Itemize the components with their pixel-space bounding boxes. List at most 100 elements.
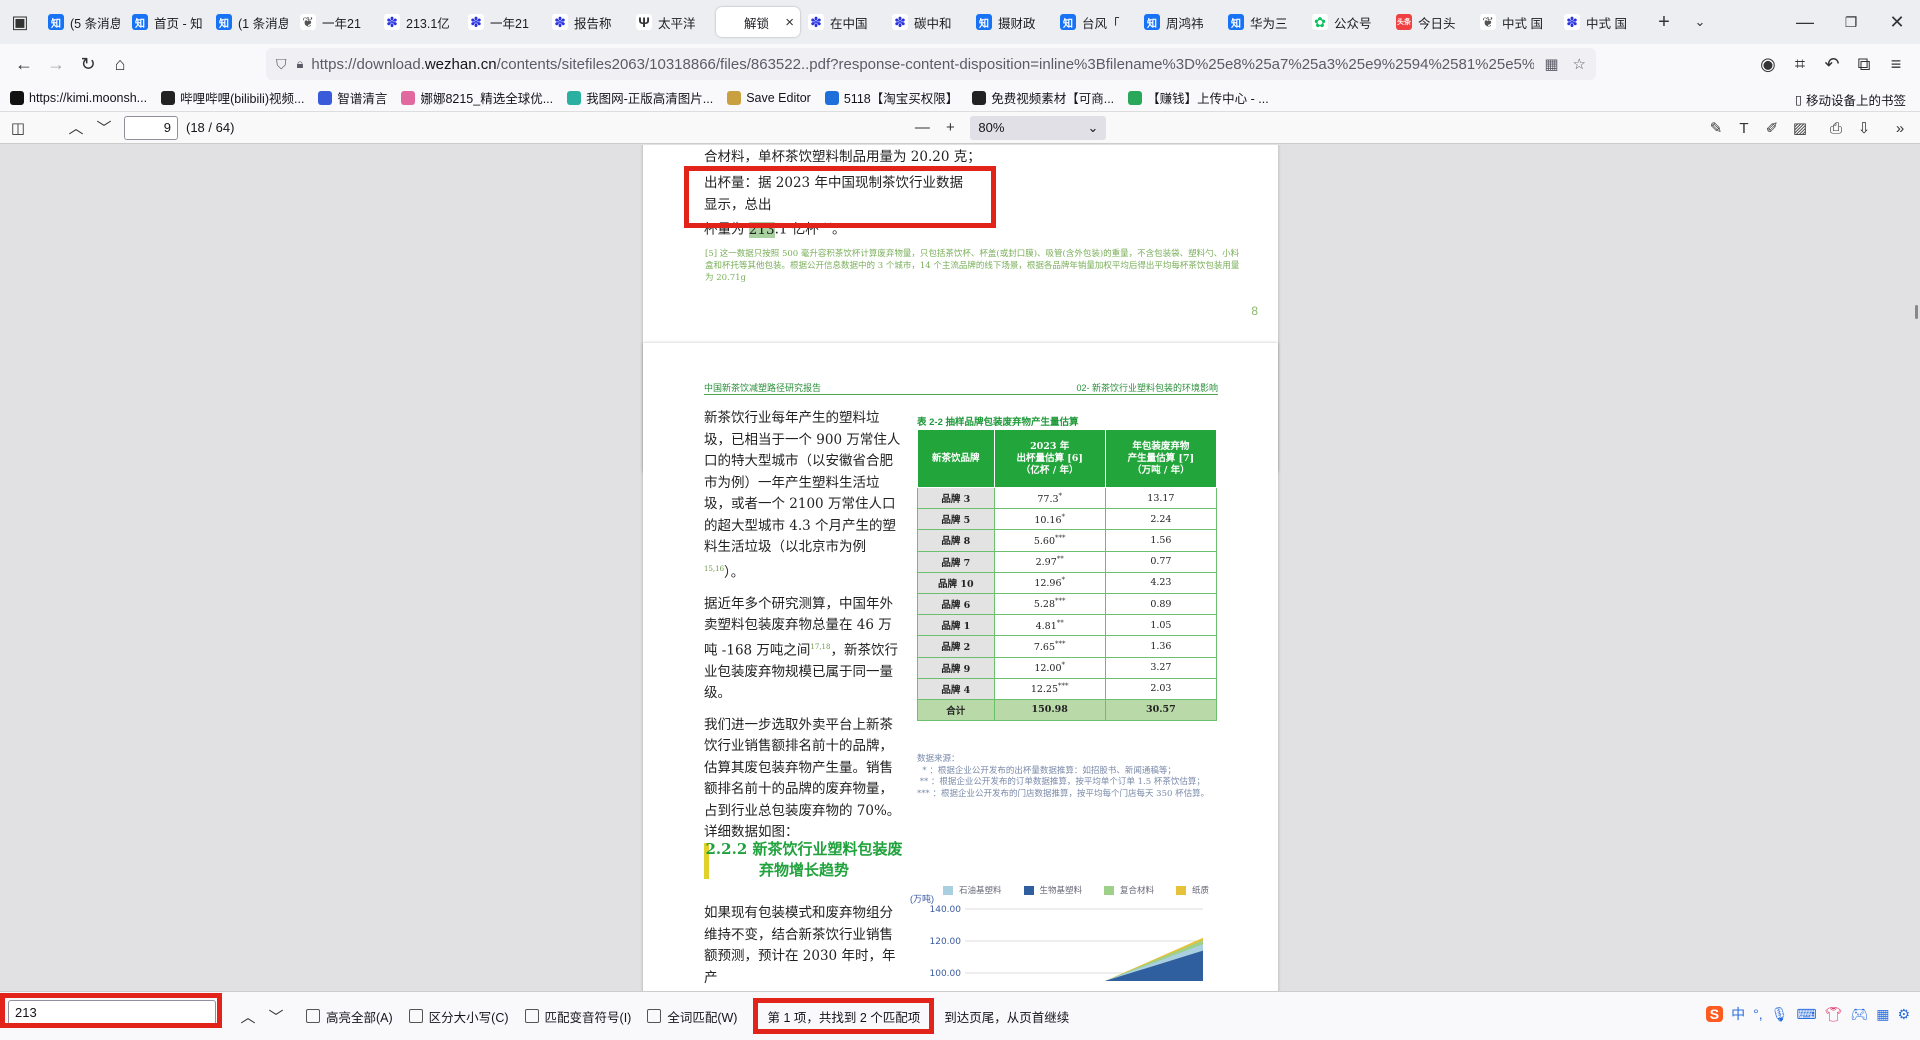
- sidebar-toggle-icon[interactable]: ◫: [4, 114, 32, 142]
- toolbar-right: ◉ ⌗ ↶ ⧉ ≡: [1752, 48, 1912, 80]
- bookmark-item[interactable]: 我图网-正版高清图片...: [567, 88, 713, 107]
- waste-cell: 1.36: [1104, 635, 1218, 658]
- legend-label: 纸质: [1192, 886, 1210, 896]
- tab-overview-icon[interactable]: ▣: [4, 6, 36, 38]
- whole-words-checkbox[interactable]: 全词匹配(W): [647, 1007, 737, 1026]
- navigation-bar: ← → ↻ ⌂ ⛉ 🔒︎ https://download.wezhan.cn/…: [0, 44, 1920, 84]
- back-button[interactable]: ←: [8, 48, 40, 80]
- tab-13[interactable]: 知周鸿祎: [1138, 7, 1222, 37]
- page-number-input[interactable]: 9: [124, 115, 178, 140]
- tab-4[interactable]: ✽ 213.1亿: [378, 7, 462, 37]
- tab-12[interactable]: 知台风「: [1054, 7, 1138, 37]
- running-header-right: 02- 新茶饮行业塑料包装的环境影响: [1076, 383, 1218, 393]
- tab-2[interactable]: 知 (1 条消息: [210, 7, 294, 37]
- url-text[interactable]: https://download.wezhan.cn/contents/site…: [311, 56, 1534, 73]
- tab-5[interactable]: ✽ 一年21: [462, 7, 546, 37]
- save-icon[interactable]: ⇩: [1850, 114, 1878, 142]
- pdf-viewer[interactable]: 合材料，单杯茶饮塑料制品用量为 20.20 克； 出杯量：据 2023 年中国现…: [0, 145, 1920, 991]
- bookmark-item[interactable]: 娜娜8215_精选全球优...: [401, 88, 553, 107]
- ime-toolbar: S 中 °, 🎙︎ ⌨ 👕︎ 🎮︎ ▦ ⚙: [1698, 1004, 1910, 1024]
- tab-11[interactable]: 知摄财政: [970, 7, 1054, 37]
- table-row: 品牌 9 12.00* 3.27: [917, 656, 1218, 679]
- tab-label: 解锁: [744, 16, 770, 31]
- lock-icon[interactable]: 🔒︎: [297, 56, 304, 72]
- image-tool-icon[interactable]: ▨: [1786, 114, 1814, 142]
- previous-page-button[interactable]: ︿: [62, 114, 90, 142]
- microphone-icon[interactable]: 🎙︎: [1771, 1006, 1789, 1023]
- restore-button[interactable]: ❐: [1828, 6, 1874, 38]
- bookmark-item[interactable]: 5118【淘宝买权限】: [824, 88, 958, 107]
- tab-15[interactable]: ✿ 公众号: [1306, 7, 1390, 37]
- punctuation-icon[interactable]: °,: [1753, 1006, 1763, 1022]
- qr-code-icon[interactable]: ▦: [1544, 55, 1558, 73]
- tab-0[interactable]: 知 (5 条消息: [42, 7, 126, 37]
- toolbox-icon[interactable]: ▦: [1876, 1006, 1889, 1023]
- match-case-checkbox[interactable]: 区分大小写(C): [408, 1007, 509, 1026]
- home-button[interactable]: ⌂: [104, 48, 136, 80]
- sogou-logo-icon[interactable]: S: [1705, 1006, 1724, 1022]
- undo-close-icon[interactable]: ↶: [1816, 48, 1848, 80]
- account-icon[interactable]: ◉: [1752, 48, 1784, 80]
- table-notes: 数据来源： * ：根据企业公开发布的出杯量数据推算：如招股书、新闻通稿等； **…: [917, 754, 1209, 800]
- menu-icon[interactable]: ≡: [1880, 48, 1912, 80]
- print-icon[interactable]: ⎙: [1822, 114, 1850, 142]
- zoom-select[interactable]: 80% ⌄: [970, 115, 1107, 140]
- tab-16[interactable]: 头条 今日头: [1390, 7, 1474, 37]
- tab-18[interactable]: ✽ 中式 国: [1558, 7, 1642, 37]
- paragraph-4: 如果现有包装模式和废弃物组分维持不变，结合新茶饮行业销售额预测，预计在 2030…: [704, 905, 896, 986]
- minimize-button[interactable]: —: [1782, 6, 1828, 38]
- tab-3[interactable]: ❦ 一年21: [294, 7, 378, 37]
- tab-17[interactable]: ❦ 中式 国: [1474, 7, 1558, 37]
- settings-gear-icon[interactable]: ⚙: [1897, 1006, 1910, 1023]
- cups-cell: 7.65***: [993, 635, 1106, 658]
- find-previous-button[interactable]: ︿: [234, 1002, 262, 1030]
- next-page-button[interactable]: ﹀: [90, 114, 118, 142]
- bookmark-item[interactable]: 【赚钱】上传中心 - ...: [1128, 88, 1269, 107]
- tab-label: 首页 - 知: [154, 16, 203, 31]
- address-bar[interactable]: ⛉ 🔒︎ https://download.wezhan.cn/contents…: [266, 48, 1596, 80]
- text-tool-icon[interactable]: T: [1730, 114, 1758, 142]
- scrollbar-thumb[interactable]: [1915, 305, 1918, 319]
- highlight-all-checkbox[interactable]: 高亮全部(A): [306, 1007, 393, 1026]
- find-next-button[interactable]: ﹀: [262, 1002, 290, 1030]
- close-tab-icon[interactable]: ×: [785, 14, 794, 31]
- header-rule: [704, 394, 1218, 395]
- reload-button[interactable]: ↻: [72, 48, 104, 80]
- tab-list-chevron-icon[interactable]: ⌄: [1684, 6, 1716, 38]
- tab-label: (1 条消息: [238, 16, 288, 31]
- tab-10[interactable]: ✽ 碳中和: [886, 7, 970, 37]
- skin-icon[interactable]: 👕︎: [1825, 1006, 1843, 1023]
- bookmark-item[interactable]: Save Editor: [727, 90, 811, 105]
- screenshot-icon[interactable]: ⌗: [1784, 48, 1816, 80]
- draw-tool-icon[interactable]: ✐: [1758, 114, 1786, 142]
- bookmark-star-icon[interactable]: ☆: [1573, 55, 1586, 73]
- tab-8[interactable]: 解锁 ×: [716, 7, 800, 37]
- more-tools-icon[interactable]: »: [1886, 114, 1914, 142]
- bookmark-item[interactable]: 免费视频素材【可商...: [972, 88, 1114, 107]
- new-tab-button[interactable]: +: [1648, 6, 1680, 38]
- mobile-bookmarks[interactable]: ▯ 移动设备上的书签: [1795, 90, 1906, 109]
- table-row: 品牌 2 7.65*** 1.36: [917, 635, 1218, 658]
- game-icon[interactable]: 🎮︎: [1850, 1006, 1868, 1023]
- bookmark-item[interactable]: https://kimi.moonsh...: [10, 90, 147, 105]
- zoom-out-button[interactable]: —: [908, 114, 936, 142]
- ime-chinese-mode-icon[interactable]: 中: [1731, 1004, 1745, 1024]
- table-row: 品牌 1 4.81** 1.05: [917, 614, 1218, 637]
- extensions-icon[interactable]: ⧉: [1848, 48, 1880, 80]
- highlight-pen-icon[interactable]: ✎: [1702, 114, 1730, 142]
- forward-button[interactable]: →: [40, 48, 72, 80]
- keyboard-icon[interactable]: ⌨: [1796, 1006, 1816, 1023]
- zhihu-icon: 知: [1228, 14, 1244, 30]
- tab-9[interactable]: ✽ 在中国: [802, 7, 886, 37]
- bookmark-item[interactable]: 哔哩哔哩(bilibili)视频...: [161, 88, 304, 107]
- match-diacritics-checkbox[interactable]: 匹配变音符号(I): [524, 1007, 631, 1026]
- waste-cell: 13.17: [1104, 486, 1218, 510]
- tab-14[interactable]: 知华为三: [1222, 7, 1306, 37]
- bookmark-item[interactable]: 智谱清言: [318, 88, 387, 107]
- tab-7[interactable]: Ψ 太平洋: [630, 7, 714, 37]
- tab-6[interactable]: ✽ 报告称: [546, 7, 630, 37]
- close-window-button[interactable]: ✕: [1874, 6, 1920, 38]
- tracking-shield-icon[interactable]: ⛉: [276, 56, 287, 73]
- zoom-in-button[interactable]: +: [936, 114, 964, 142]
- tab-1[interactable]: 知首页 - 知: [126, 7, 210, 37]
